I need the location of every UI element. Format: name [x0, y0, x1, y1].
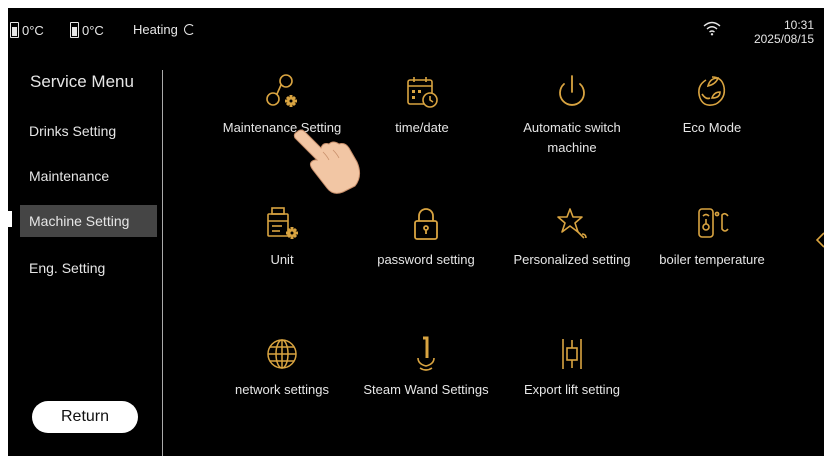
- return-button[interactable]: Return: [32, 401, 138, 433]
- temperature-2: 0°C: [70, 22, 104, 38]
- temperature-1-value: 0°C: [22, 22, 44, 38]
- next-page-arrow-icon[interactable]: [816, 232, 824, 248]
- clock-time: 10:31: [783, 18, 814, 32]
- touch-screen: 0°C 0°C Heating 10:31 2025/08/15 Service…: [8, 8, 824, 456]
- tank-level-icon: [10, 22, 19, 38]
- tile-steam-wand-settings[interactable]: Steam Wand Settings: [356, 334, 496, 400]
- active-indicator: [8, 211, 12, 227]
- status-bar: 0°C 0°C Heating 10:31 2025/08/15: [8, 8, 824, 58]
- tile-unit[interactable]: Unit: [212, 204, 352, 270]
- wifi-icon: [703, 21, 721, 36]
- calendar-clock-icon: [407, 77, 438, 108]
- steam-wand-icon: [417, 336, 435, 371]
- star-hand-icon: [557, 208, 587, 239]
- pointing-hand-icon: [293, 129, 361, 194]
- tile-label: network settings: [235, 382, 329, 397]
- heating-label: Heating: [133, 22, 178, 37]
- tile-eco-mode[interactable]: Eco Mode: [642, 72, 782, 138]
- unit-gear-icon: [267, 207, 298, 239]
- tile-label: time/date: [395, 120, 449, 135]
- tile-boiler-temperature[interactable]: boiler temperature: [642, 204, 782, 270]
- sidebar-item-maintenance[interactable]: Maintenance: [20, 160, 157, 192]
- loading-spinner-icon: [183, 24, 195, 35]
- tile-label: Automatic switch machine: [523, 120, 621, 155]
- lift-icon: [562, 339, 582, 369]
- tile-label: password setting: [377, 252, 475, 267]
- sidebar-item-eng-setting[interactable]: Eng. Setting: [20, 252, 157, 284]
- lock-icon: [414, 208, 438, 240]
- clock-date: 2025/08/15: [753, 32, 814, 46]
- tile-label: Unit: [270, 252, 294, 267]
- globe-icon: [267, 339, 297, 369]
- tile-export-lift-setting[interactable]: Export lift setting: [502, 334, 642, 400]
- boiler-thermometer-icon: [698, 208, 729, 238]
- temperature-2-value: 0°C: [82, 22, 104, 38]
- tile-personalized-setting[interactable]: Personalized setting: [502, 204, 642, 270]
- tile-network-settings[interactable]: network settings: [212, 334, 352, 400]
- eco-leaf-icon: [698, 76, 726, 106]
- tile-label: Eco Mode: [682, 120, 742, 135]
- tile-label: Export lift setting: [523, 382, 621, 397]
- tank-level-icon: [70, 22, 79, 38]
- heating-status: Heating: [133, 22, 195, 37]
- power-icon: [559, 75, 585, 106]
- tile-label: Steam Wand Settings: [363, 382, 489, 397]
- tile-label: boiler temperature: [659, 252, 765, 267]
- sidebar-item-drinks-setting[interactable]: Drinks Setting: [20, 115, 157, 147]
- tile-password-setting[interactable]: password setting: [356, 204, 496, 270]
- tile-time-date[interactable]: time/date: [352, 72, 492, 138]
- tile-automatic-switch-machine[interactable]: Automatic switch machine: [502, 72, 642, 158]
- sidebar-divider: [162, 70, 163, 456]
- temperature-1: 0°C: [10, 22, 44, 38]
- sidebar-item-machine-setting[interactable]: Machine Setting: [20, 205, 157, 237]
- tile-label: Personalized setting: [513, 252, 631, 267]
- clock: 10:31 2025/08/15: [754, 18, 814, 46]
- maintenance-gear-icon: [266, 74, 297, 107]
- sidebar-title: Service Menu: [30, 72, 134, 91]
